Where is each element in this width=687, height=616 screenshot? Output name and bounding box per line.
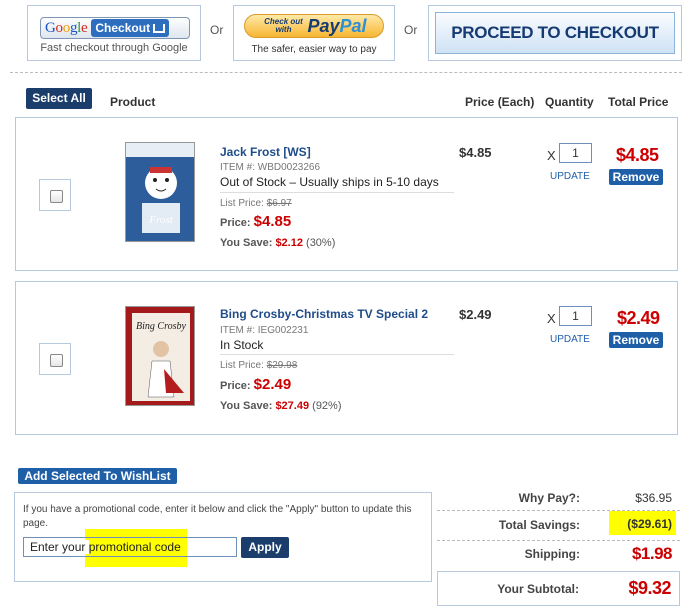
- list-price: List Price: $29.98: [220, 360, 298, 371]
- price-each: $2.49: [459, 307, 492, 322]
- item-total-price: $4.85: [616, 145, 659, 165]
- bing-crosby-cover-thumbnail[interactable]: Bing Crosby: [125, 306, 195, 406]
- divider: [10, 72, 682, 73]
- paypal-logo: PayPal: [307, 15, 367, 36]
- or-separator: Or: [210, 23, 224, 37]
- column-quantity: Quantity: [545, 95, 594, 109]
- item-savings: You Save: $27.49 (92%): [220, 400, 342, 412]
- cart-item-row: Bing Crosby Bing Crosby-Christmas TV Spe…: [15, 281, 678, 435]
- column-total-price: Total Price: [608, 95, 669, 109]
- item-checkbox-frame: [39, 179, 71, 211]
- google-logo: Google: [45, 19, 88, 36]
- quantity-input[interactable]: 1: [559, 306, 592, 326]
- qty-multiplier: X: [547, 148, 556, 163]
- item-divider: [220, 192, 454, 193]
- summary-shipping: Shipping: $1.98: [524, 544, 673, 563]
- item-title-link[interactable]: Bing Crosby-Christmas TV Special 2: [220, 307, 428, 321]
- or-separator-2: Or: [404, 23, 418, 37]
- item-checkbox-frame: [39, 343, 71, 375]
- svg-text:Bing Crosby: Bing Crosby: [136, 321, 186, 332]
- update-quantity-link[interactable]: UPDATE: [550, 171, 590, 182]
- paypal-prefix: Check out with: [264, 17, 303, 34]
- svg-text:Frost: Frost: [148, 214, 173, 226]
- list-price: List Price: $6.97: [220, 198, 292, 209]
- price-each: $4.85: [459, 145, 492, 160]
- google-checkout-label: Checkout: [91, 19, 170, 37]
- promo-code-panel: If you have a promotional code, enter it…: [14, 492, 432, 582]
- select-all-button[interactable]: Select All: [26, 88, 92, 109]
- summary-why-pay: Why Pay?: $36.95: [437, 482, 680, 511]
- update-quantity-link[interactable]: UPDATE: [550, 334, 590, 345]
- item-total-price: $2.49: [617, 308, 660, 328]
- item-price: Price: $4.85: [220, 213, 292, 230]
- item-stock-status: Out of Stock – Usually ships in 5-10 day…: [220, 175, 439, 189]
- item-savings: You Save: $2.12 (30%): [220, 237, 336, 249]
- remove-item-button[interactable]: Remove: [609, 169, 663, 185]
- item-stock-status: In Stock: [220, 338, 264, 352]
- cart-icon: [153, 23, 166, 33]
- qty-multiplier: X: [547, 311, 556, 326]
- google-checkout-panel: Google Checkout Fast checkout through Go…: [27, 5, 201, 61]
- item-price: Price: $2.49: [220, 376, 292, 393]
- promo-code-input[interactable]: Enter your promotional code: [23, 537, 237, 557]
- item-checkbox[interactable]: [50, 190, 63, 203]
- item-number: ITEM #: WBD0023266: [220, 162, 321, 173]
- paypal-panel: Check out with PayPal The safer, easier w…: [233, 5, 395, 61]
- column-price-each: Price (Each): [465, 95, 535, 109]
- cart-item-row: Frost Jack Frost [WS] ITEM #: WBD0023266…: [15, 117, 678, 271]
- proceed-to-checkout-button[interactable]: PROCEED TO CHECKOUT: [435, 12, 675, 54]
- apply-promo-button[interactable]: Apply: [241, 537, 289, 558]
- paypal-caption: The safer, easier way to pay: [251, 44, 377, 55]
- quantity-input[interactable]: 1: [559, 143, 592, 163]
- remove-item-button[interactable]: Remove: [609, 332, 663, 348]
- jack-frost-cover-thumbnail[interactable]: Frost: [125, 142, 195, 242]
- item-number: ITEM #: IEG002231: [220, 325, 309, 336]
- google-checkout-caption: Fast checkout through Google: [40, 42, 188, 54]
- google-checkout-button[interactable]: Google Checkout: [40, 17, 190, 39]
- add-to-wishlist-button[interactable]: Add Selected To WishList: [18, 468, 177, 484]
- promo-instructions: If you have a promotional code, enter it…: [23, 504, 412, 529]
- summary-subtotal: Your Subtotal: $9.32: [437, 571, 680, 606]
- proceed-panel: PROCEED TO CHECKOUT: [428, 5, 682, 61]
- item-title-link[interactable]: Jack Frost [WS]: [220, 145, 311, 159]
- summary-total-savings: Total Savings: ($29.61): [437, 511, 680, 541]
- item-checkbox[interactable]: [50, 354, 63, 367]
- item-divider: [220, 354, 454, 355]
- column-product: Product: [110, 95, 156, 109]
- paypal-checkout-button[interactable]: Check out with PayPal: [244, 14, 384, 38]
